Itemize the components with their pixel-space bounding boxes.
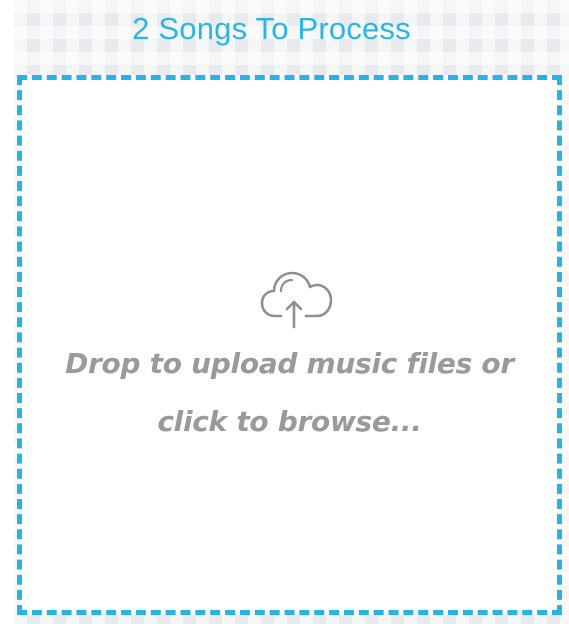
dropzone-content: Drop to upload music files or click to b… xyxy=(22,80,557,610)
upload-dropzone[interactable]: Drop to upload music files or click to b… xyxy=(17,75,562,615)
dropzone-text-line-1: Drop to upload music files or xyxy=(65,347,514,380)
dropzone-instructions: Drop to upload music files or click to b… xyxy=(22,335,557,451)
header: 2 Songs To Process xyxy=(14,0,569,58)
dropzone-text-line-2: click to browse... xyxy=(157,405,422,438)
cloud-upload-icon xyxy=(260,271,333,329)
songs-count-title: 2 Songs To Process xyxy=(132,11,411,46)
